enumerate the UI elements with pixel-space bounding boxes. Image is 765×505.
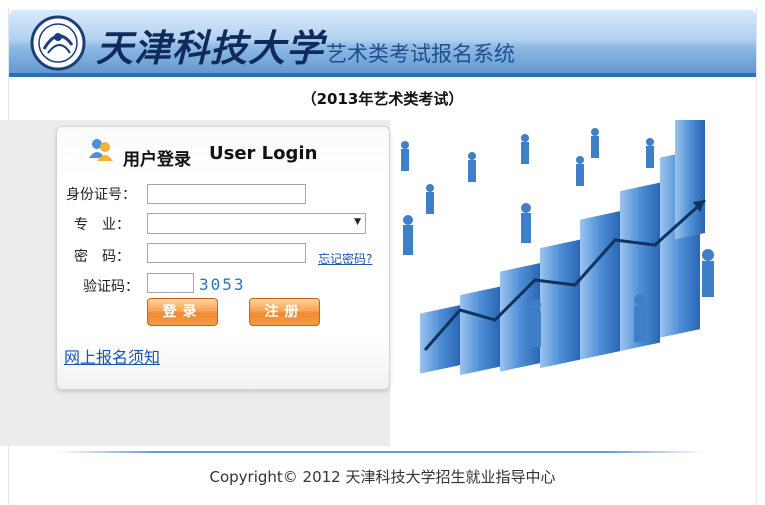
registration-notice-link[interactable]: 网上报名须知 xyxy=(64,344,160,368)
login-button[interactable]: 登录 xyxy=(147,298,218,326)
password-label: 密 码： xyxy=(74,249,130,265)
login-title-english: User Login xyxy=(209,143,318,164)
header-divider xyxy=(9,73,756,77)
id-number-label: 身份证号： xyxy=(66,187,136,203)
major-label: 专 业： xyxy=(74,217,130,233)
login-title: 用户登录 xyxy=(123,150,191,170)
major-select[interactable]: ▼ xyxy=(147,213,366,234)
footer-divider xyxy=(56,451,706,453)
register-button[interactable]: 注册 xyxy=(249,298,320,326)
exam-title: （2013年艺术类考试） xyxy=(301,90,464,108)
university-logo-icon xyxy=(30,15,86,71)
school-name: 天津科技大学 xyxy=(96,26,324,70)
captcha-input[interactable] xyxy=(147,273,194,293)
captcha-label: 验证码： xyxy=(83,279,139,295)
business-growth-illustration xyxy=(390,120,730,450)
captcha-image[interactable]: 3053 xyxy=(199,275,246,294)
system-title: 艺术类考试报名系统 xyxy=(326,42,515,66)
password-input[interactable] xyxy=(147,243,306,263)
chevron-down-icon: ▼ xyxy=(354,217,361,227)
users-icon xyxy=(89,139,113,161)
forgot-password-link[interactable]: 忘记密码? xyxy=(318,250,372,267)
footer-copyright: Copyright© 2012 天津科技大学招生就业指导中心 xyxy=(209,468,556,486)
id-number-input[interactable] xyxy=(147,184,306,204)
